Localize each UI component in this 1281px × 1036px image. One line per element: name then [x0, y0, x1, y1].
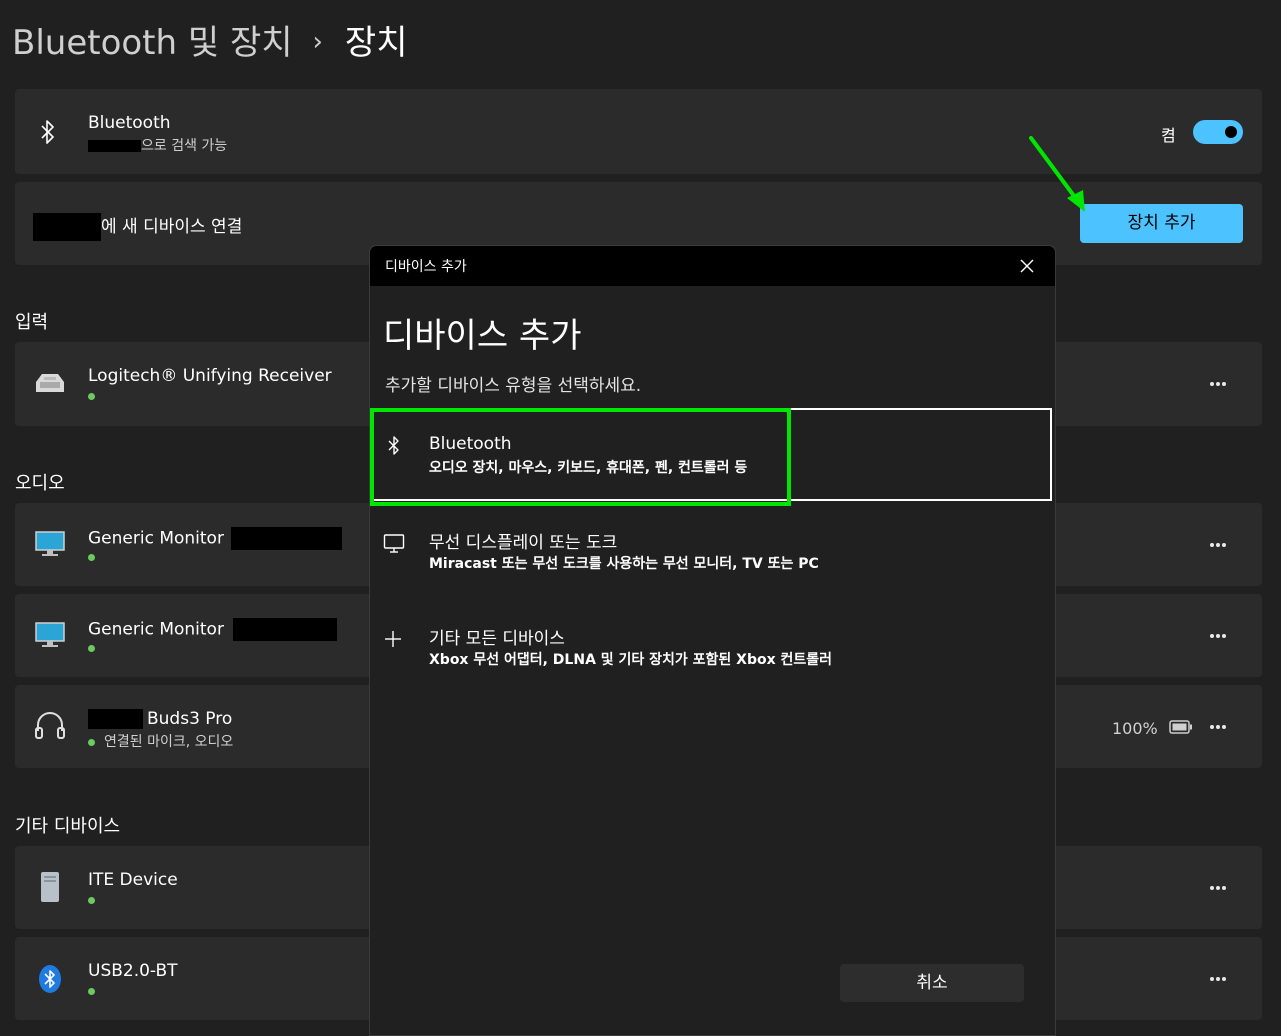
- more-options-icon[interactable]: [1210, 634, 1226, 638]
- breadcrumb-separator: ›: [312, 27, 323, 57]
- redacted-text: [231, 527, 343, 550]
- add-device-button[interactable]: 장치 추가: [1080, 204, 1243, 243]
- more-options-icon[interactable]: [1210, 543, 1226, 547]
- option-other-devices[interactable]: 기타 모든 디바이스 Xbox 무선 어댑터, DLNA 및 기타 장치가 포함…: [370, 604, 1055, 694]
- device-name: Logitech® Unifying Receiver: [88, 366, 332, 386]
- option-description: Miracast 또는 무선 도크를 사용하는 무선 모니터, TV 또는 PC: [429, 556, 819, 572]
- close-icon[interactable]: [1017, 256, 1037, 276]
- more-options-icon[interactable]: [1210, 725, 1226, 729]
- device-status: 연결된 마이크, 오디오: [88, 731, 233, 751]
- monitor-icon: [35, 531, 65, 556]
- highlight-annotation-frame: [370, 408, 791, 506]
- bluetooth-toggle[interactable]: [1193, 120, 1243, 144]
- device-status: [88, 892, 104, 908]
- bluetooth-adapter-icon: [39, 965, 61, 993]
- more-options-icon[interactable]: [1210, 977, 1226, 981]
- device-status: [88, 549, 104, 565]
- page-title: 장치: [344, 23, 408, 63]
- dialog-heading: 디바이스 추가: [383, 316, 582, 356]
- status-dot: [88, 553, 95, 561]
- status-dot: [88, 987, 95, 995]
- breadcrumb-parent[interactable]: Bluetooth 및 장치: [12, 23, 293, 63]
- keyboard-icon: [36, 374, 64, 392]
- redacted-text: [88, 709, 143, 729]
- monitor-icon: [383, 534, 405, 553]
- annotation-arrow-icon: [1029, 136, 1085, 212]
- status-dot: [88, 738, 95, 746]
- device-name: USB2.0-BT: [88, 961, 178, 981]
- connect-text: 에 새 디바이스 연결: [33, 212, 242, 241]
- redacted-pc-name: [33, 213, 101, 241]
- tower-pc-icon: [41, 872, 59, 902]
- plus-icon: [385, 631, 401, 647]
- cancel-button[interactable]: 취소: [840, 964, 1024, 1002]
- battery-icon: [1169, 720, 1192, 734]
- status-dot: [88, 392, 95, 400]
- toggle-knob: [1225, 126, 1237, 138]
- status-dot: [88, 644, 95, 652]
- breadcrumb: Bluetooth 및 장치 › 장치: [12, 20, 407, 69]
- device-name-line: Generic Monitor: [88, 618, 338, 641]
- section-other-devices: 기타 디바이스: [15, 816, 121, 837]
- dialog-subheading: 추가할 디바이스 유형을 선택하세요.: [385, 376, 642, 396]
- dialog-titlebar-text: 디바이스 추가: [385, 259, 467, 275]
- section-audio: 오디오: [15, 473, 65, 494]
- device-status: [88, 388, 104, 404]
- bluetooth-discoverable-text: 으로 검색 가능: [88, 135, 227, 155]
- redacted-device-name: [88, 140, 141, 152]
- bluetooth-title: Bluetooth: [88, 113, 171, 133]
- status-dot: [88, 896, 95, 904]
- battery-percent: 100%: [1112, 719, 1158, 738]
- bluetooth-icon: [41, 120, 54, 144]
- add-device-dialog: 디바이스 추가 디바이스 추가 추가할 디바이스 유형을 선택하세요. Blue…: [369, 245, 1056, 1036]
- device-name: ITE Device: [88, 870, 178, 890]
- section-input: 입력: [15, 312, 49, 333]
- option-title: 기타 모든 디바이스: [429, 629, 565, 649]
- monitor-icon: [35, 622, 65, 647]
- bluetooth-toggle-label: 켬: [1161, 126, 1176, 145]
- device-status: [88, 983, 104, 999]
- dialog-titlebar: 디바이스 추가: [370, 246, 1055, 286]
- more-options-icon[interactable]: [1210, 886, 1226, 890]
- device-name-line: Generic Monitor: [88, 527, 343, 550]
- option-wireless-display[interactable]: 무선 디스플레이 또는 도크 Miracast 또는 무선 도크를 사용하는 무…: [370, 508, 1055, 598]
- more-options-icon[interactable]: [1210, 382, 1226, 386]
- device-name-line: Buds3 Pro: [88, 709, 232, 729]
- device-status: [88, 640, 104, 656]
- option-title: 무선 디스플레이 또는 도크: [429, 533, 618, 553]
- headset-icon: [35, 712, 65, 739]
- option-description: Xbox 무선 어댑터, DLNA 및 기타 장치가 포함된 Xbox 컨트롤러: [429, 652, 833, 668]
- redacted-text: [233, 618, 338, 641]
